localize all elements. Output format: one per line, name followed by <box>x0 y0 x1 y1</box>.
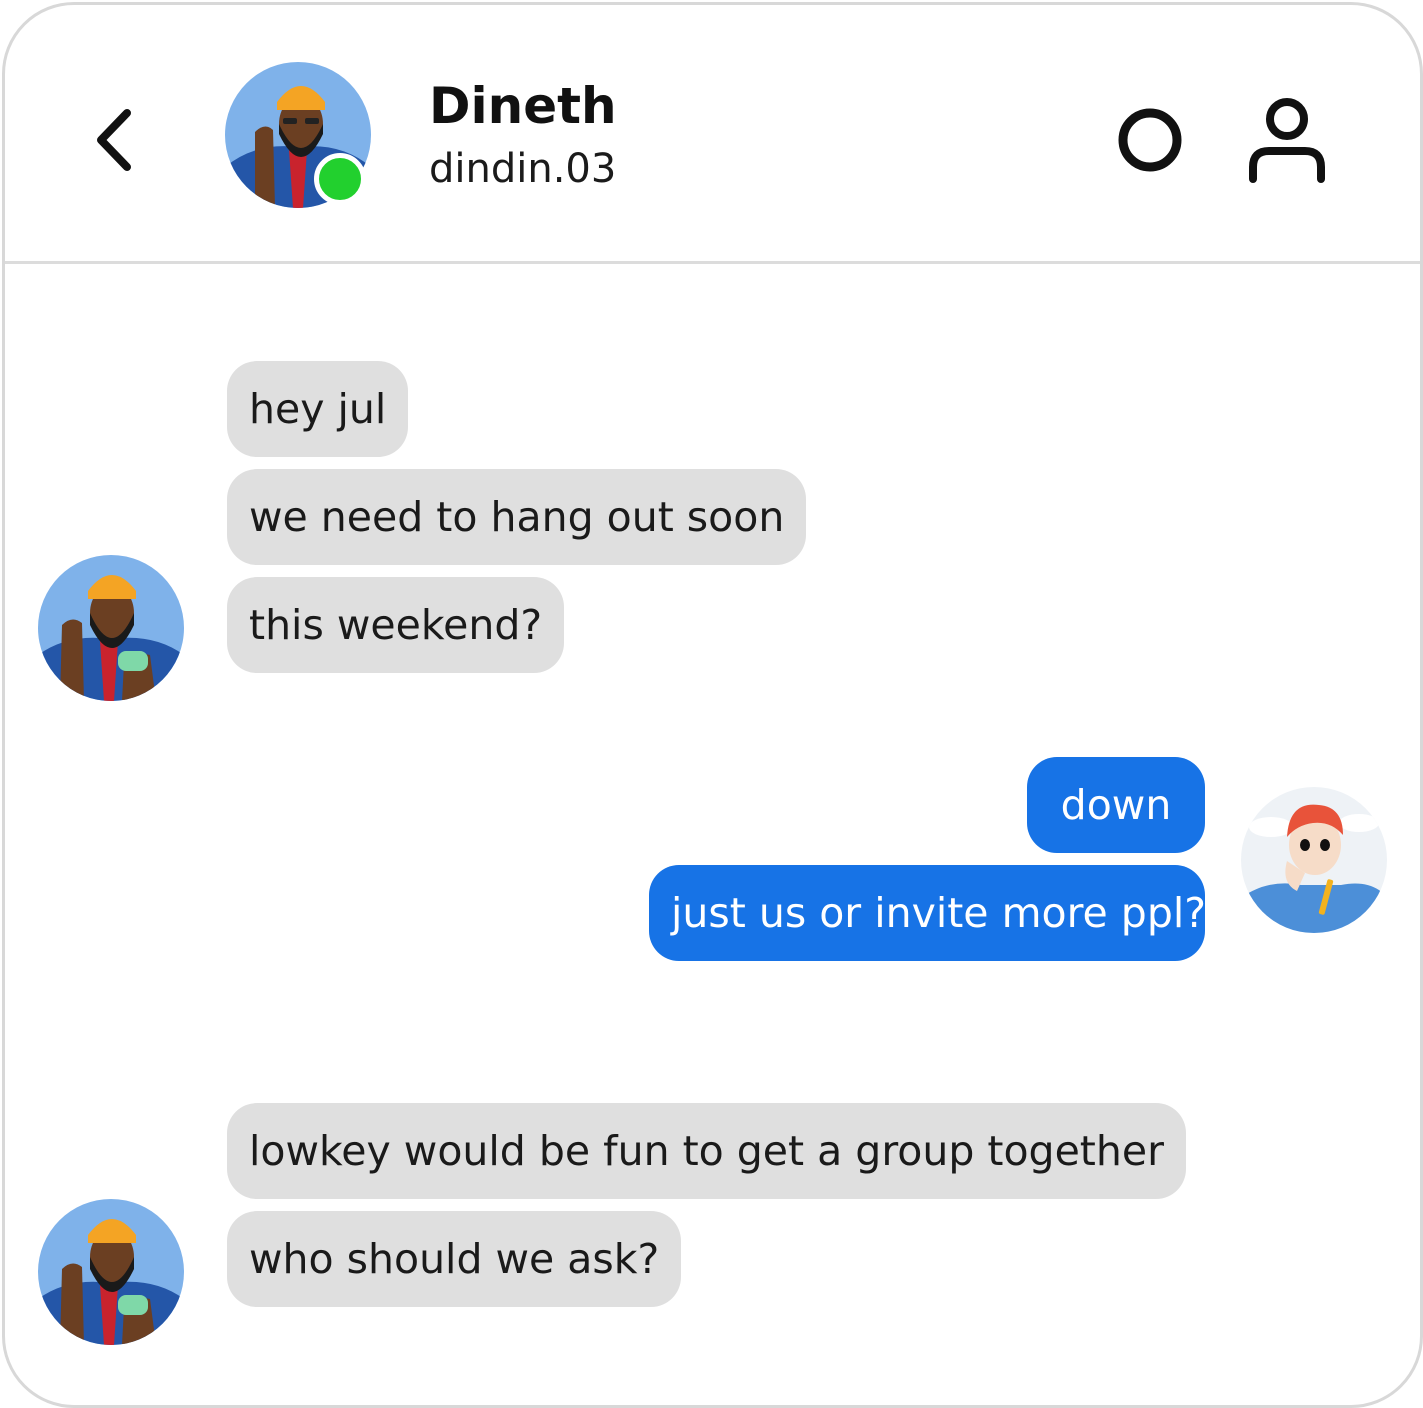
message-bubble-received[interactable]: who should we ask? <box>227 1211 682 1307</box>
profile-button[interactable] <box>1245 95 1329 185</box>
status-button[interactable] <box>1115 105 1185 175</box>
chat-header: Dineth dindin.03 <box>5 5 1420 264</box>
message-bubble-received[interactable]: hey jul <box>227 361 409 457</box>
contact-handle: dindin.03 <box>429 146 617 192</box>
user-avatar[interactable] <box>1241 787 1387 933</box>
chevron-left-icon <box>97 109 131 171</box>
contact-avatar[interactable] <box>38 555 184 701</box>
message-bubble-received[interactable]: lowkey would be fun to get a group toget… <box>227 1103 1186 1199</box>
message-bubble-sent[interactable]: just us or invite more ppl? <box>649 865 1206 961</box>
contact-avatar[interactable] <box>38 1199 184 1345</box>
message-bubble-received[interactable]: we need to hang out soon <box>227 469 807 565</box>
user-icon <box>1249 98 1325 183</box>
chat-window: Dineth dindin.03 hey jul we need to hang… <box>2 2 1423 1408</box>
message-bubble-sent[interactable]: down <box>1027 757 1205 853</box>
contact-name: Dineth <box>429 77 617 135</box>
circle-icon <box>1118 108 1182 172</box>
back-button[interactable] <box>85 105 141 175</box>
online-status-indicator <box>314 153 366 205</box>
message-bubble-received[interactable]: this weekend? <box>227 577 565 673</box>
